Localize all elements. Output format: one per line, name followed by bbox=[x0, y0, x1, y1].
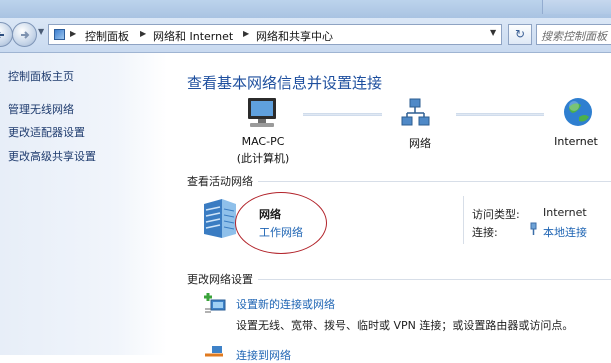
window-title-bar bbox=[0, 0, 611, 18]
breadcrumb-separator-icon[interactable]: ▶ bbox=[243, 29, 249, 38]
section-divider bbox=[258, 279, 611, 280]
breadcrumb-separator-icon[interactable]: ▶ bbox=[140, 29, 146, 38]
sidebar bbox=[0, 53, 167, 355]
breadcrumb-control-panel[interactable]: 控制面板 bbox=[85, 28, 129, 44]
control-panel-icon bbox=[54, 29, 65, 40]
page-title: 查看基本网络信息并设置连接 bbox=[187, 74, 383, 92]
annotation-circle bbox=[235, 192, 327, 254]
recent-pages-dropdown[interactable]: ▼ bbox=[38, 27, 48, 39]
change-settings-heading: 更改网络设置 bbox=[187, 273, 253, 286]
breadcrumb-network-internet[interactable]: 网络和 Internet bbox=[153, 28, 233, 44]
connection-line bbox=[303, 113, 382, 116]
active-networks-heading: 查看活动网络 bbox=[187, 175, 253, 188]
sidebar-item-control-panel-home[interactable]: 控制面板主页 bbox=[8, 68, 74, 84]
sidebar-item-manage-wireless[interactable]: 管理无线网络 bbox=[8, 101, 74, 117]
forward-arrow-icon bbox=[21, 31, 30, 39]
network-adapter-icon bbox=[529, 222, 538, 236]
setup-connection-link[interactable]: 设置新的连接或网络 bbox=[236, 296, 335, 312]
search-placeholder: 搜索控制面板 bbox=[541, 30, 607, 43]
breadcrumb-separator-icon[interactable]: ▶ bbox=[70, 29, 76, 38]
forward-button[interactable] bbox=[12, 22, 37, 47]
sidebar-item-advanced-sharing[interactable]: 更改高级共享设置 bbox=[8, 148, 96, 164]
details-divider bbox=[463, 196, 464, 244]
computer-name: MAC-PC bbox=[241, 135, 285, 148]
refresh-icon: ↻ bbox=[514, 27, 526, 41]
connect-to-network-link[interactable]: 连接到网络 bbox=[236, 347, 291, 363]
network-label: 网络 bbox=[409, 137, 431, 150]
local-connection-link[interactable]: 本地连接 bbox=[543, 224, 587, 240]
section-divider bbox=[258, 181, 611, 182]
connect-network-icon bbox=[203, 345, 227, 357]
setup-connection-description: 设置无线、宽带、拨号、临时或 VPN 连接；或设置路由器或访问点。 bbox=[236, 319, 574, 332]
address-dropdown-icon[interactable]: ▼ bbox=[490, 28, 496, 37]
sidebar-item-adapter-settings[interactable]: 更改适配器设置 bbox=[8, 124, 85, 140]
access-type-label: 访问类型: bbox=[472, 208, 520, 221]
network-building-icon bbox=[200, 196, 240, 240]
refresh-button[interactable]: ↻ bbox=[508, 24, 532, 45]
internet-globe-icon[interactable] bbox=[561, 95, 595, 129]
access-type-value: Internet bbox=[543, 206, 587, 219]
internet-label: Internet bbox=[554, 135, 598, 148]
new-connection-icon bbox=[203, 291, 227, 315]
window-controls[interactable] bbox=[542, 0, 611, 14]
connections-label: 连接: bbox=[472, 226, 498, 239]
breadcrumb-sharing-center[interactable]: 网络和共享中心 bbox=[256, 28, 333, 44]
connection-line bbox=[456, 113, 544, 116]
network-icon[interactable] bbox=[400, 97, 434, 131]
computer-subtitle: (此计算机) bbox=[236, 152, 290, 165]
computer-icon[interactable] bbox=[242, 96, 282, 130]
